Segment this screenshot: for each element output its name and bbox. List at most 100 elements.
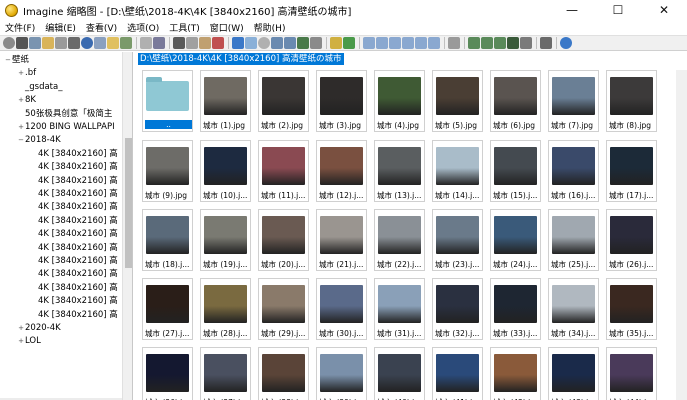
thumbnail-item[interactable]: 城市 (17).j... <box>606 140 657 202</box>
sync-icon[interactable] <box>343 37 355 49</box>
thumbnail-item[interactable]: 城市 (35).j... <box>606 278 657 340</box>
tree-item[interactable]: −壁纸 <box>4 54 29 66</box>
thumbnail-item[interactable]: 城市 (2).jpg <box>258 70 309 132</box>
thumbnail-item[interactable]: 城市 (34).j... <box>548 278 599 340</box>
thumbnail-item[interactable]: 城市 (22).j... <box>374 209 425 271</box>
open-folder-icon[interactable] <box>42 37 54 49</box>
thumb-view-icon[interactable] <box>310 37 322 49</box>
expand-icon[interactable]: + <box>17 335 25 347</box>
convert-icon[interactable] <box>520 37 532 49</box>
expand-icon[interactable]: + <box>17 121 25 133</box>
view-large-icon[interactable] <box>363 37 375 49</box>
grid-scrollbar[interactable] <box>676 70 687 400</box>
open-icon[interactable] <box>29 37 41 49</box>
thumbnail-item[interactable]: 城市 (19).j... <box>200 209 251 271</box>
wrench-icon[interactable] <box>448 37 460 49</box>
edit-icon[interactable] <box>540 37 552 49</box>
thumbnail-item[interactable]: 城市 (24).j... <box>490 209 541 271</box>
fullscreen-icon[interactable] <box>232 37 244 49</box>
paste-icon[interactable] <box>199 37 211 49</box>
tree-item[interactable]: 4K [3840x2160] 高 <box>30 228 118 240</box>
tree-item[interactable]: +8K <box>17 94 36 106</box>
tree-item[interactable]: 50张极具创意「极简主 <box>17 108 112 120</box>
details-view-icon[interactable] <box>297 37 309 49</box>
tree-item[interactable]: −2018-4K <box>17 134 61 146</box>
tree-item[interactable]: 4K [3840x2160] 高 <box>30 161 118 173</box>
tree-item[interactable]: 4K [3840x2160] 高 <box>30 201 118 213</box>
thumbnail-item[interactable]: 城市 (12).j... <box>316 140 367 202</box>
document-icon[interactable] <box>140 37 152 49</box>
tree-item[interactable]: 4K [3840x2160] 高 <box>30 242 118 254</box>
thumbnail-item[interactable]: 城市 (28).j... <box>200 278 251 340</box>
collapse-icon[interactable]: − <box>17 134 25 146</box>
path-input[interactable]: D:\壁纸\2018-4K\4K [3840x2160] 高清壁纸の城市 <box>138 53 344 65</box>
thumbnail-item[interactable]: 城市 (8).jpg <box>606 70 657 132</box>
tree-item[interactable]: _gsdata_ <box>17 81 62 93</box>
tree-item[interactable]: 4K [3840x2160] 高 <box>30 268 118 280</box>
view-small-icon[interactable] <box>389 37 401 49</box>
menu-view[interactable]: 查看(V) <box>81 21 122 34</box>
help-icon[interactable] <box>560 37 572 49</box>
tree-item[interactable]: 4K [3840x2160] 高 <box>30 215 118 227</box>
close-button[interactable]: ✕ <box>641 0 687 20</box>
thumbnail-item[interactable]: 城市 (9).jpg <box>142 140 193 202</box>
scan-icon[interactable] <box>68 37 80 49</box>
thumbnail-item[interactable]: 城市 (36).j... <box>142 347 193 400</box>
delete-icon[interactable] <box>212 37 224 49</box>
menu-window[interactable]: 窗口(W) <box>205 21 249 34</box>
thumbnail-item[interactable]: 城市 (30).j... <box>316 278 367 340</box>
view-medium-icon[interactable] <box>376 37 388 49</box>
thumbnail-item[interactable]: 城市 (23).j... <box>432 209 483 271</box>
thumbnail-item[interactable]: 城市 (41).j... <box>432 347 483 400</box>
thumbnail-item[interactable]: 城市 (25).j... <box>548 209 599 271</box>
collapse-icon[interactable]: − <box>4 54 12 66</box>
menu-options[interactable]: 选项(O) <box>122 21 164 34</box>
tree-scrollbar[interactable] <box>122 52 132 400</box>
menu-tools[interactable]: 工具(T) <box>164 21 205 34</box>
thumbnail-item[interactable]: 城市 (29).j... <box>258 278 309 340</box>
parent-folder-item[interactable]: .. <box>142 70 193 132</box>
tree-item[interactable]: +1200 BING WALLPAPI <box>17 121 115 133</box>
cut-icon[interactable] <box>173 37 185 49</box>
print-icon[interactable] <box>55 37 67 49</box>
thumbnail-item[interactable]: 城市 (15).j... <box>490 140 541 202</box>
minimize-button[interactable]: — <box>549 0 595 20</box>
thumbnail-item[interactable]: 城市 (26).j... <box>606 209 657 271</box>
effects-icon[interactable] <box>468 37 480 49</box>
thumbnail-item[interactable]: 城市 (27).j... <box>142 278 193 340</box>
expand-icon[interactable]: + <box>17 67 25 79</box>
tree-item[interactable]: +.bf <box>17 67 36 79</box>
camera-icon[interactable] <box>16 37 28 49</box>
tree-item[interactable]: +LOL <box>17 335 41 347</box>
adjust-icon[interactable] <box>494 37 506 49</box>
thumbnail-item[interactable]: 城市 (20).j... <box>258 209 309 271</box>
thumbnail-item[interactable]: 城市 (7).jpg <box>548 70 599 132</box>
thumbnail-item[interactable]: 城市 (18).j... <box>142 209 193 271</box>
refresh-icon[interactable] <box>245 37 257 49</box>
thumbnail-item[interactable]: 城市 (10).j... <box>200 140 251 202</box>
thumbnail-item[interactable]: 城市 (31).j... <box>374 278 425 340</box>
thumbnail-item[interactable]: 城市 (21).j... <box>316 209 367 271</box>
tree-item[interactable]: 4K [3840x2160] 高 <box>30 295 118 307</box>
save-icon[interactable] <box>153 37 165 49</box>
menu-edit[interactable]: 编辑(E) <box>40 21 81 34</box>
image-icon[interactable] <box>120 37 132 49</box>
list-view-icon[interactable] <box>284 37 296 49</box>
tree-item[interactable]: 4K [3840x2160] 高 <box>30 188 118 200</box>
view-details-icon[interactable] <box>428 37 440 49</box>
tree-scroll-thumb[interactable] <box>125 138 132 268</box>
thumbnail-item[interactable]: 城市 (38).j... <box>258 347 309 400</box>
view-tiles-icon[interactable] <box>402 37 414 49</box>
thumbnail-item[interactable]: 城市 (3).jpg <box>316 70 367 132</box>
thumbnail-item[interactable]: 城市 (5).jpg <box>432 70 483 132</box>
thumbnail-item[interactable]: 城市 (39).j... <box>316 347 367 400</box>
path-bar[interactable]: D:\壁纸\2018-4K\4K [3840x2160] 高清壁纸の城市 <box>137 52 687 66</box>
info-icon[interactable] <box>81 37 93 49</box>
view-list-icon[interactable] <box>415 37 427 49</box>
tree-item[interactable]: 4K [3840x2160] 高 <box>30 282 118 294</box>
tree-item[interactable]: 4K [3840x2160] 高 <box>30 175 118 187</box>
app-icon[interactable] <box>5 3 18 17</box>
thumbnail-item[interactable]: 城市 (40).j... <box>374 347 425 400</box>
copy-icon[interactable] <box>186 37 198 49</box>
maximize-button[interactable]: ☐ <box>595 0 641 20</box>
